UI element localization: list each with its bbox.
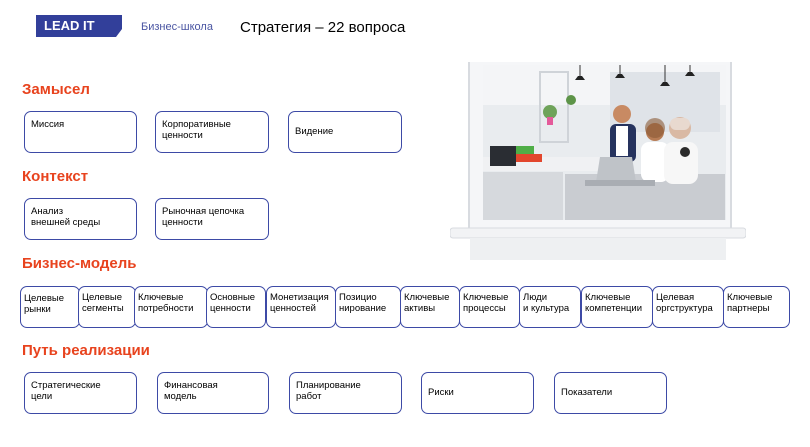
section-title-idea: Замысел [22, 81, 90, 98]
box-positioning[interactable]: Позицио нирование [335, 286, 401, 328]
slide-title: Стратегия – 22 вопроса [240, 19, 406, 36]
box-target-markets[interactable]: Целевые рынки [20, 286, 80, 328]
section-title-context: Контекст [22, 168, 89, 185]
subtitle: Бизнес-школа [141, 21, 213, 33]
laptop-photo [450, 62, 746, 260]
box-value-chain[interactable]: Рыночная цепочка ценности [155, 198, 269, 240]
box-people-culture[interactable]: Люди и культура [519, 286, 581, 328]
box-corporate-values[interactable]: Корпоративные ценности [155, 111, 269, 153]
box-key-needs[interactable]: Ключевые потребности [134, 286, 208, 328]
box-monetization[interactable]: Монетизация ценностей [266, 286, 336, 328]
box-target-org-structure[interactable]: Целевая оргструктура [652, 286, 724, 328]
section-title-business-model: Бизнес-модель [22, 255, 137, 272]
box-vision[interactable]: Видение [288, 111, 402, 153]
box-key-assets[interactable]: Ключевые активы [400, 286, 460, 328]
box-risks[interactable]: Риски [421, 372, 534, 414]
box-work-planning[interactable]: Планирование работ [289, 372, 402, 414]
box-financial-model[interactable]: Финансовая модель [157, 372, 269, 414]
box-environment-analysis[interactable]: Анализ внешней среды [24, 198, 137, 240]
box-key-competencies[interactable]: Ключевые компетенции [581, 286, 653, 328]
box-core-values[interactable]: Основные ценности [206, 286, 266, 328]
lead-it-logo: LEAD IT [36, 15, 122, 37]
section-title-implementation: Путь реализации [22, 342, 150, 359]
box-indicators[interactable]: Показатели [554, 372, 667, 414]
box-strategic-goals[interactable]: Стратегические цели [24, 372, 137, 414]
logo-text: LEAD IT [44, 18, 95, 33]
box-key-partners[interactable]: Ключевые партнеры [723, 286, 790, 328]
box-mission[interactable]: Миссия [24, 111, 137, 153]
box-target-segments[interactable]: Целевые сегменты [78, 286, 136, 328]
box-key-processes[interactable]: Ключевые процессы [459, 286, 520, 328]
